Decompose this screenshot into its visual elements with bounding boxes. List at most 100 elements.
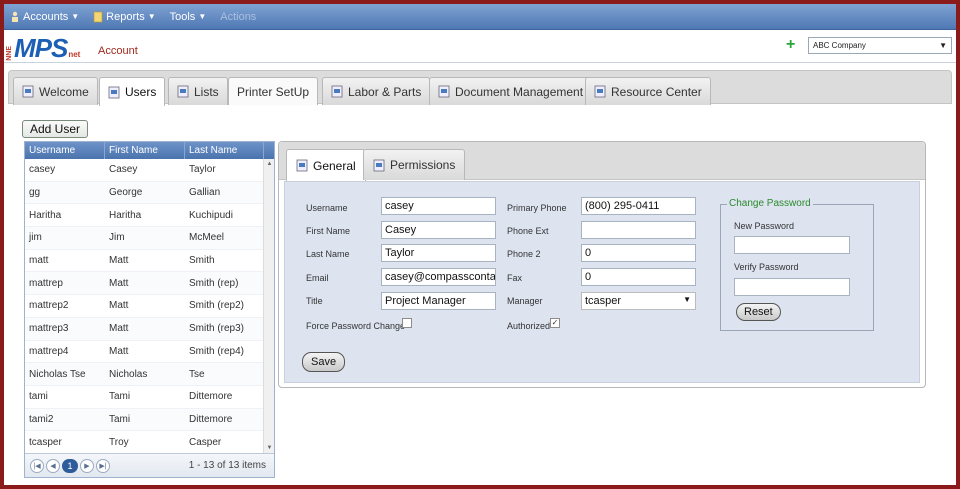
fax-field[interactable]: 0	[581, 268, 696, 286]
username-label: Username	[306, 203, 348, 213]
manager-select[interactable]: tcasper ▼	[581, 292, 696, 310]
table-row[interactable]: Nicholas Tse Nicholas Tse	[25, 363, 264, 386]
primary-phone-field[interactable]: (800) 295-0411	[581, 197, 696, 215]
last-name-label: Last Name	[306, 249, 350, 259]
reset-button[interactable]: Reset	[736, 303, 781, 321]
logo: NNE MPS net	[6, 33, 80, 61]
prev-page-icon[interactable]: ◀	[46, 458, 60, 473]
tab-label: General	[313, 158, 356, 173]
chevron-down-icon: ▼	[147, 12, 156, 21]
current-page[interactable]: 1	[62, 458, 78, 473]
app-window: Accounts ▼ Reports ▼ Tools ▼ Actions NNE MP…	[4, 4, 956, 485]
column-header-last-name[interactable]: Last Name	[185, 142, 264, 159]
cell-first-name: Nicholas	[109, 368, 148, 380]
menu-tools[interactable]: Tools ▼	[170, 11, 207, 23]
tab-general[interactable]: General	[286, 149, 366, 181]
menu-reports[interactable]: Reports ▼	[93, 11, 156, 23]
cell-last-name: Casper	[189, 436, 222, 448]
tab-welcome[interactable]: Welcome	[13, 77, 98, 105]
cell-last-name: Smith	[189, 255, 215, 267]
new-password-field[interactable]	[734, 236, 850, 254]
column-header-first-name[interactable]: First Name	[105, 142, 185, 159]
cell-first-name: Matt	[109, 277, 129, 289]
menu-bar: Accounts ▼ Reports ▼ Tools ▼ Actions	[4, 4, 956, 30]
detail-tabstrip: General Permissions	[279, 142, 925, 181]
menu-accounts[interactable]: Accounts ▼	[10, 11, 79, 23]
first-name-field[interactable]: Casey	[381, 221, 496, 239]
add-company-button[interactable]: +	[786, 36, 795, 54]
chevron-down-icon: ▼	[71, 12, 80, 21]
cell-username: mattrep3	[29, 323, 69, 335]
tab-lists[interactable]: Lists	[168, 77, 228, 105]
table-row[interactable]: tami2 Tami Dittemore	[25, 408, 264, 432]
phone-ext-field[interactable]	[581, 221, 696, 239]
phone2-field[interactable]: 0	[581, 244, 696, 262]
cell-last-name: Smith (rep3)	[189, 323, 245, 335]
verify-password-label: Verify Password	[734, 262, 799, 272]
force-password-checkbox[interactable]	[402, 318, 412, 328]
first-page-icon[interactable]: |◀	[30, 458, 44, 473]
tab-resource-center[interactable]: Resource Center	[585, 77, 711, 105]
table-row[interactable]: gg George Gallian	[25, 181, 264, 205]
chevron-down-icon: ▼	[939, 41, 947, 50]
title-field[interactable]: Project Manager	[381, 292, 496, 310]
app-header: NNE MPS net Account + ABC Company ▼	[4, 31, 956, 63]
cell-first-name: Matt	[109, 300, 129, 312]
page-icon	[594, 85, 606, 98]
tab-label: Document Management	[455, 84, 584, 99]
cell-first-name: George	[109, 187, 143, 199]
last-page-icon[interactable]: ▶|	[96, 458, 110, 473]
table-row[interactable]: casey Casey Taylor	[25, 159, 264, 182]
tab-permissions[interactable]: Permissions	[363, 149, 466, 180]
cell-last-name: Dittemore	[189, 413, 233, 425]
username-field[interactable]: casey	[381, 197, 496, 215]
cell-username: tami	[29, 391, 48, 403]
page-icon	[22, 85, 34, 98]
grid-body: casey Casey Taylor gg George Gallian Haritha Ha…	[25, 159, 264, 454]
menu-actions: Actions	[220, 11, 256, 23]
email-label: Email	[306, 273, 329, 283]
tab-label: Printer SetUp	[237, 84, 310, 99]
tab-label: Users	[125, 85, 157, 99]
cell-first-name: Matt	[109, 323, 129, 335]
main-tabstrip: Welcome Users Lists Printer SetUp Labor …	[8, 70, 952, 106]
company-select[interactable]: ABC Company ▼	[808, 37, 952, 54]
column-header-username[interactable]: Username	[25, 142, 105, 159]
cell-username: gg	[29, 187, 41, 199]
grid-scrollbar[interactable]: ▲ ▼	[263, 159, 274, 454]
table-row[interactable]: Haritha Haritha Kuchipudi	[25, 204, 264, 228]
grid-pager: |◀ ◀ 1 ▶ ▶| 1 - 13 of 13 items	[25, 453, 274, 477]
table-row[interactable]: tami Tami Dittemore	[25, 385, 264, 409]
table-row[interactable]: mattrep2 Matt Smith (rep2)	[25, 295, 264, 318]
table-row[interactable]: matt Matt Smith	[25, 249, 264, 273]
table-row[interactable]: jim Jim McMeel	[25, 227, 264, 250]
table-row[interactable]: mattrep4 Matt Smith (rep4)	[25, 340, 264, 364]
tab-printer-setup[interactable]: Printer SetUp	[228, 77, 319, 105]
cell-username: jim	[29, 232, 42, 244]
manager-label: Manager	[507, 296, 543, 306]
page-icon	[331, 85, 343, 98]
add-user-button[interactable]: Add User	[22, 120, 89, 138]
menu-accounts-label: Accounts	[23, 10, 69, 23]
account-link[interactable]: Account	[98, 45, 138, 57]
tab-users[interactable]: Users	[99, 77, 166, 106]
table-row[interactable]: mattrep Matt Smith (rep)	[25, 272, 264, 296]
cell-first-name: Tami	[109, 391, 131, 403]
cell-last-name: Kuchipudi	[189, 209, 233, 221]
logo-main: MPS	[14, 33, 68, 63]
scroll-up-icon[interactable]: ▲	[264, 159, 275, 170]
next-page-icon[interactable]: ▶	[80, 458, 94, 473]
tab-labor-parts[interactable]: Labor & Parts	[322, 77, 431, 105]
verify-password-field[interactable]	[734, 278, 850, 296]
email-field[interactable]: casey@compasscontac	[381, 268, 496, 286]
tab-document-management[interactable]: Document Management	[429, 77, 593, 105]
table-row[interactable]: mattrep3 Matt Smith (rep3)	[25, 317, 264, 341]
table-row[interactable]: tcasper Troy Casper	[25, 431, 264, 454]
phone-ext-label: Phone Ext	[507, 226, 549, 236]
authorized-checkbox[interactable]: ✓	[550, 318, 560, 328]
chevron-down-icon: ▼	[198, 12, 207, 21]
save-button[interactable]: Save	[302, 352, 346, 372]
last-name-field[interactable]: Taylor	[381, 244, 496, 262]
cell-username: matt	[29, 255, 49, 267]
page-icon	[438, 85, 450, 98]
